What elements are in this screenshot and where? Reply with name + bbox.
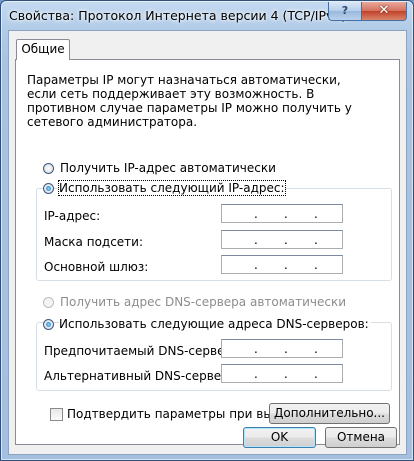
dialog-client-area: Общие Параметры IP могут назначаться авт…: [8, 30, 407, 455]
help-button[interactable]: ?: [328, 2, 362, 21]
default-gateway-label: Основной шлюз:: [44, 260, 149, 274]
alternate-dns-input[interactable]: . . .: [221, 364, 343, 383]
preferred-dns-input[interactable]: . . .: [221, 339, 343, 358]
alternate-dns-label: Альтернативный DNS-сервер:: [44, 369, 233, 383]
validate-on-exit-label[interactable]: Подтвердить параметры при выходе: [67, 407, 303, 421]
dns-auto-radio[interactable]: [43, 297, 54, 308]
cancel-button[interactable]: Отмена: [325, 427, 397, 448]
ok-button[interactable]: OK: [243, 427, 316, 448]
window-title: Свойства: Протокол Интернета версии 4 (T…: [9, 8, 347, 23]
close-button[interactable]: ✕: [361, 2, 407, 21]
tab-general-label: Общие: [21, 42, 65, 56]
validate-on-exit-checkbox[interactable]: [50, 408, 63, 421]
description-text: Параметры IP могут назначаться автоматич…: [27, 73, 352, 129]
dns-manual-label[interactable]: Использовать следующие адреса DNS-сервер…: [59, 317, 371, 331]
close-icon: ✕: [378, 3, 390, 18]
general-tab-panel: Параметры IP могут назначаться автоматич…: [15, 59, 400, 445]
ok-button-label: OK: [270, 430, 289, 444]
dns-auto-label[interactable]: Получить адрес DNS-сервера автоматически: [60, 295, 346, 309]
advanced-button[interactable]: Дополнительно...: [269, 403, 390, 424]
ip-address-input[interactable]: . . .: [221, 204, 343, 223]
ip-auto-label[interactable]: Получить IP-адрес автоматически: [60, 161, 276, 175]
subnet-mask-label: Маска подсети:: [44, 235, 144, 249]
cancel-button-label: Отмена: [336, 430, 386, 444]
help-icon: ?: [341, 4, 349, 17]
ip-address-label: IP-адрес:: [44, 209, 101, 223]
tab-general[interactable]: Общие: [16, 39, 70, 60]
dns-manual-radio[interactable]: [43, 319, 54, 330]
properties-dialog: Свойства: Протокол Интернета версии 4 (T…: [0, 0, 414, 461]
preferred-dns-label: Предпочитаемый DNS-сервер:: [44, 344, 237, 358]
ip-manual-radio[interactable]: [43, 183, 54, 194]
advanced-button-label: Дополнительно...: [274, 406, 385, 420]
ip-auto-radio[interactable]: [43, 163, 54, 174]
ip-manual-label[interactable]: Использовать следующий IP-адрес:: [58, 180, 286, 196]
subnet-mask-input[interactable]: . . .: [221, 230, 343, 249]
title-bar[interactable]: Свойства: Протокол Интернета версии 4 (T…: [1, 1, 413, 29]
default-gateway-input[interactable]: . . .: [221, 255, 343, 274]
